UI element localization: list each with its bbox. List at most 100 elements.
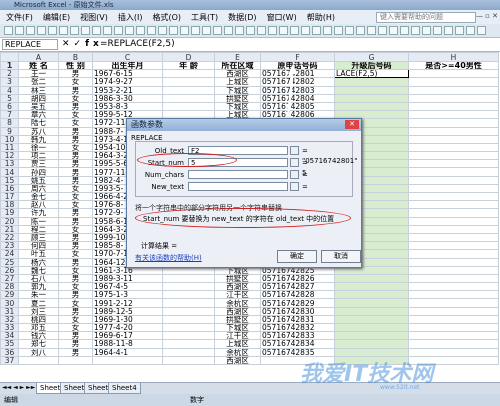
table-cell[interactable]: 1986-3-30 bbox=[92, 93, 163, 103]
row-number[interactable]: 14 bbox=[0, 167, 19, 177]
table-cell[interactable]: 胡四 bbox=[18, 93, 59, 103]
table-cell[interactable] bbox=[18, 355, 59, 365]
ok-button[interactable]: 确定 bbox=[277, 250, 317, 263]
table-cell[interactable]: 05716742833 bbox=[260, 331, 335, 341]
sheet-tab[interactable]: Sheet4 bbox=[108, 383, 141, 394]
table-cell[interactable] bbox=[162, 347, 215, 357]
table-cell[interactable]: 05716742832 bbox=[260, 322, 335, 333]
menu-item[interactable]: 窗口(W) bbox=[267, 12, 297, 23]
toolbar-button-icon[interactable] bbox=[125, 26, 134, 35]
toolbar-button-icon[interactable] bbox=[345, 26, 354, 35]
table-cell[interactable]: 周六 bbox=[18, 183, 59, 194]
column-header[interactable]: C bbox=[92, 52, 163, 62]
table-cell[interactable] bbox=[334, 339, 409, 349]
table-cell[interactable]: 顾三 bbox=[18, 232, 59, 243]
row-number[interactable]: 13 bbox=[0, 159, 19, 169]
toolbar-button-icon[interactable] bbox=[455, 26, 464, 35]
table-cell[interactable]: 陈一 bbox=[18, 216, 59, 226]
table-cell[interactable]: 男 bbox=[58, 241, 93, 251]
toolbar-button-icon[interactable] bbox=[147, 26, 156, 35]
table-cell[interactable]: 男 bbox=[58, 273, 93, 284]
table-cell[interactable]: 刘三 bbox=[18, 306, 59, 316]
header-cell[interactable]: 年 龄 bbox=[162, 60, 215, 71]
menu-item[interactable]: 插入(I) bbox=[118, 12, 143, 23]
table-cell[interactable]: 1967-6-15 bbox=[92, 69, 163, 79]
column-header[interactable]: A bbox=[18, 52, 59, 62]
table-cell[interactable]: LACE(F2,5) bbox=[334, 69, 409, 79]
table-cell[interactable]: 郑七 bbox=[18, 339, 59, 349]
table-cell[interactable]: 江干区 bbox=[214, 331, 261, 341]
toolbar-button-icon[interactable] bbox=[268, 26, 277, 35]
row-number[interactable]: 28 bbox=[0, 282, 19, 292]
table-cell[interactable]: 上城区 bbox=[214, 77, 261, 87]
toolbar-button-icon[interactable] bbox=[114, 26, 123, 35]
row-number[interactable]: 4 bbox=[0, 85, 19, 95]
table-cell[interactable]: 男 bbox=[58, 151, 93, 161]
cancel-button[interactable]: 取消 bbox=[321, 250, 361, 263]
table-cell[interactable]: 男 bbox=[58, 134, 93, 144]
help-search-input[interactable]: 键入需要帮助的问题 bbox=[376, 12, 476, 23]
table-cell[interactable]: 05716742805 bbox=[260, 101, 335, 112]
row-number[interactable]: 37 bbox=[0, 355, 19, 365]
table-cell[interactable] bbox=[408, 69, 499, 79]
toolbar-button-icon[interactable] bbox=[433, 26, 442, 35]
row-number[interactable]: 31 bbox=[0, 306, 19, 316]
table-cell[interactable]: 林三 bbox=[18, 85, 59, 95]
row-number[interactable]: 22 bbox=[0, 232, 19, 243]
table-cell[interactable] bbox=[162, 306, 215, 316]
table-cell[interactable]: 张二 bbox=[18, 77, 59, 87]
table-cell[interactable]: 项二 bbox=[18, 151, 59, 161]
table-cell[interactable]: 余杭区 bbox=[214, 298, 261, 308]
table-cell[interactable] bbox=[162, 282, 215, 292]
toolbar-button-icon[interactable] bbox=[411, 26, 420, 35]
toolbar-button-icon[interactable] bbox=[59, 26, 68, 35]
select-all-corner[interactable] bbox=[0, 52, 19, 62]
table-cell[interactable]: 男 bbox=[58, 69, 93, 79]
table-cell[interactable]: 05716742803 bbox=[260, 85, 335, 95]
table-cell[interactable]: 孙四 bbox=[18, 167, 59, 177]
menu-item[interactable]: 格式(O) bbox=[152, 12, 181, 23]
table-cell[interactable]: 05716742831 bbox=[260, 314, 335, 325]
row-number[interactable]: 19 bbox=[0, 208, 19, 218]
table-cell[interactable] bbox=[408, 257, 499, 267]
table-cell[interactable]: 男 bbox=[58, 208, 93, 218]
table-cell[interactable] bbox=[334, 77, 409, 87]
toolbar-button-icon[interactable] bbox=[444, 26, 453, 35]
table-cell[interactable] bbox=[408, 208, 499, 218]
table-cell[interactable]: 程二 bbox=[18, 224, 59, 234]
row-number[interactable]: 35 bbox=[0, 339, 19, 349]
new-text-input[interactable] bbox=[188, 182, 288, 191]
table-cell[interactable] bbox=[408, 134, 499, 144]
table-cell[interactable]: 郭九 bbox=[18, 282, 59, 292]
table-cell[interactable]: 钱六 bbox=[18, 331, 59, 341]
table-cell[interactable] bbox=[162, 85, 215, 95]
toolbar-button-icon[interactable] bbox=[290, 26, 299, 35]
toolbar-button-icon[interactable] bbox=[158, 26, 167, 35]
table-cell[interactable]: 朱一 bbox=[18, 290, 59, 300]
toolbar-button-icon[interactable] bbox=[103, 26, 112, 35]
table-cell[interactable] bbox=[408, 331, 499, 341]
row-number[interactable]: 20 bbox=[0, 216, 19, 226]
table-cell[interactable] bbox=[408, 101, 499, 112]
table-cell[interactable] bbox=[408, 224, 499, 234]
table-cell[interactable] bbox=[408, 298, 499, 308]
row-number[interactable]: 24 bbox=[0, 249, 19, 259]
table-cell[interactable]: 姚五 bbox=[18, 175, 59, 185]
table-cell[interactable] bbox=[408, 77, 499, 87]
table-cell[interactable]: 女 bbox=[58, 142, 93, 153]
table-cell[interactable]: 05716742826 bbox=[260, 273, 335, 284]
toolbar-button-icon[interactable] bbox=[422, 26, 431, 35]
table-cell[interactable] bbox=[334, 273, 409, 284]
table-cell[interactable]: 1969-1-30 bbox=[92, 314, 163, 325]
table-cell[interactable]: 男 bbox=[58, 216, 93, 226]
row-number[interactable]: 25 bbox=[0, 257, 19, 267]
toolbar-button-icon[interactable] bbox=[356, 26, 365, 35]
table-cell[interactable]: 男 bbox=[58, 167, 93, 177]
row-number[interactable]: 18 bbox=[0, 200, 19, 210]
table-cell[interactable] bbox=[408, 249, 499, 259]
table-cell[interactable]: 1988-11-8 bbox=[92, 339, 163, 349]
table-cell[interactable]: 许九 bbox=[18, 208, 59, 218]
toolbar-button-icon[interactable] bbox=[246, 26, 255, 35]
table-cell[interactable]: 下城区 bbox=[214, 85, 261, 95]
toolbar-button-icon[interactable] bbox=[466, 26, 475, 35]
